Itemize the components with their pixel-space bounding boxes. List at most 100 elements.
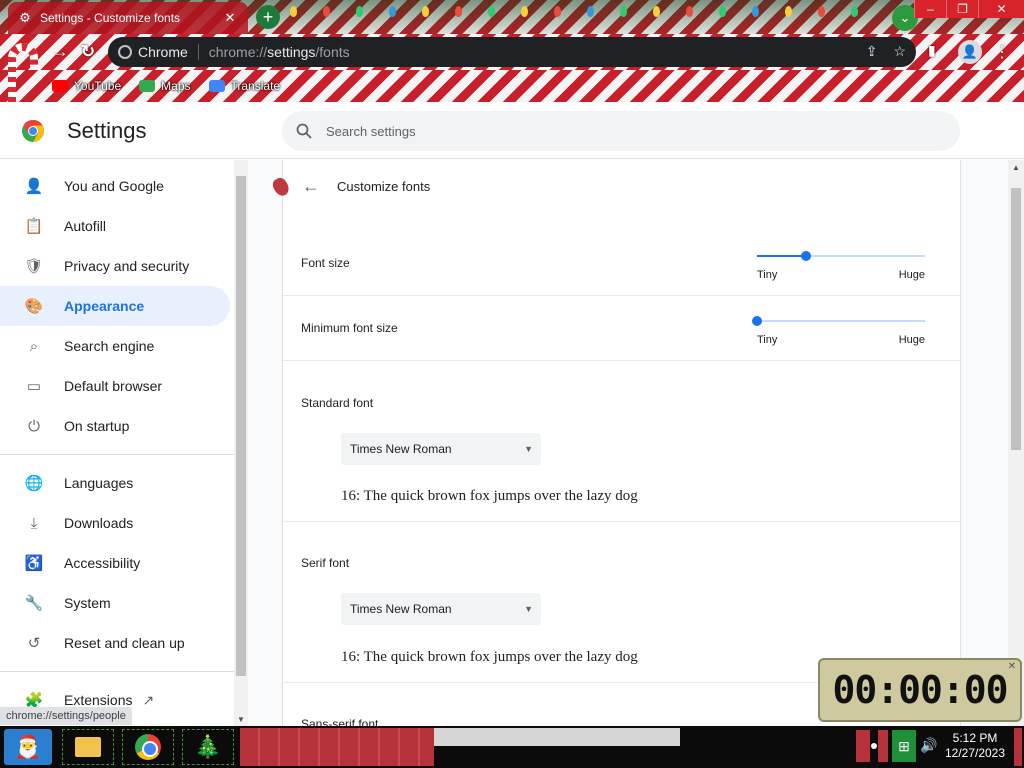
subpage-title: Customize fonts	[337, 179, 431, 194]
sidebar: 👤 You and Google 📋 Autofill 🛡 Privacy and sec…	[0, 160, 234, 726]
min-font-size-slider[interactable]: Tiny Huge	[752, 311, 927, 351]
stopwatch-display: 00:00:00	[832, 668, 1008, 712]
tab-title: Settings - Customize fonts	[40, 11, 181, 25]
more-menu-icon[interactable]: ⋮	[992, 42, 1012, 62]
sidebar-item-privacy-and-security[interactable]: 🛡 Privacy and security	[0, 246, 230, 286]
sidebar-item-system[interactable]: 🔧 System	[0, 583, 230, 623]
window-controls: – ❐ ✕	[914, 0, 1024, 18]
christmas-lights-decoration	[290, 6, 858, 17]
scroll-down-arrow-icon[interactable]: ▼	[237, 715, 245, 724]
sidebar-item-you-and-google[interactable]: 👤 You and Google	[0, 166, 230, 206]
settings-search[interactable]	[282, 111, 960, 151]
chrome-icon	[118, 45, 132, 59]
taskbar: 🎅 🎄 ⊞ 🔊 5:12 PM 12/27/2023	[0, 726, 1024, 768]
globe-icon: 🌐	[24, 475, 44, 492]
new-tab-button[interactable]: +	[256, 5, 280, 29]
slider-max-label: Huge	[898, 269, 925, 281]
sidebar-item-appearance[interactable]: 🎨 Appearance	[0, 286, 230, 326]
side-panel-icon[interactable]: ▮	[928, 42, 946, 60]
sidebar-item-label: Extensions	[64, 692, 133, 708]
standard-font-row: Standard font Times New Roman ▼ 16: The …	[283, 361, 960, 522]
browser-icon: ▭	[26, 378, 42, 395]
shield-icon: 🛡	[24, 258, 44, 275]
restore-button[interactable]: ❐	[946, 0, 978, 18]
sidebar-divider	[0, 454, 234, 455]
min-font-size-row: Minimum font size Tiny Huge	[283, 296, 960, 361]
status-bar-url: chrome://settings/people	[0, 707, 132, 725]
stopwatch-widget[interactable]: 00:00:00 ✕	[818, 658, 1022, 722]
sidebar-item-search-engine[interactable]: ⌕ Search engine	[0, 326, 230, 366]
bookmark-label: Maps	[161, 79, 191, 93]
taskbar-empty-area	[434, 728, 680, 746]
download-icon: ⤓	[30, 514, 38, 532]
bookmark-youtube[interactable]: YouTube	[52, 79, 121, 93]
select-value: Times New Roman	[350, 602, 452, 616]
system-clock[interactable]: 5:12 PM 12/27/2023	[940, 731, 1010, 761]
share-icon[interactable]: ⇪	[866, 43, 878, 60]
min-font-size-label: Minimum font size	[301, 321, 398, 335]
clipboard-icon: 📋	[24, 218, 44, 235]
sidebar-scroll-thumb[interactable]	[236, 176, 246, 676]
site-info-chip[interactable]: Chrome	[118, 44, 199, 60]
taskbar-tree-app[interactable]: 🎄	[182, 729, 234, 765]
tray-item[interactable]	[878, 730, 888, 762]
browser-tab[interactable]: ⚙ Settings - Customize fonts ✕	[8, 2, 248, 34]
christmas-tree-icon: 🎄	[194, 734, 222, 759]
reload-button[interactable]: ↻	[76, 40, 100, 64]
sidebar-item-label: Default browser	[64, 378, 163, 394]
font-size-slider[interactable]: Tiny Huge	[757, 246, 927, 286]
sidebar-item-languages[interactable]: 🌐 Languages	[0, 463, 230, 503]
bookmark-label: Translate	[230, 79, 281, 93]
sidebar-scrollbar[interactable]: ▼	[234, 160, 248, 726]
sidebar-item-default-browser[interactable]: ▭ Default browser	[0, 366, 230, 406]
sidebar-item-reset-and-clean-up[interactable]: ↺ Reset and clean up	[0, 623, 230, 663]
serif-font-select[interactable]: Times New Roman ▼	[341, 593, 541, 625]
slider-knob[interactable]	[801, 251, 811, 261]
minimize-button[interactable]: –	[914, 0, 946, 18]
address-bar[interactable]: Chrome chrome://settings/fonts ⇪ ☆	[108, 37, 916, 67]
scroll-up-arrow-icon[interactable]: ▲	[1012, 163, 1020, 172]
folder-icon	[75, 737, 101, 757]
main-scroll-thumb[interactable]	[1011, 188, 1021, 450]
wrench-icon: 🔧	[24, 595, 44, 612]
serif-font-label: Serif font	[301, 556, 350, 570]
gear-icon: ⚙	[19, 10, 31, 25]
search-input[interactable]	[326, 123, 926, 139]
forward-button[interactable]: →	[48, 40, 72, 64]
sans-serif-font-label: Sans-serif font	[301, 717, 379, 726]
site-chip-label: Chrome	[138, 44, 188, 60]
url-path: /fonts	[315, 44, 350, 60]
taskbar-running-apps[interactable]	[240, 728, 434, 766]
back-arrow-icon[interactable]: ←	[299, 174, 323, 198]
youtube-icon	[52, 80, 68, 92]
close-icon[interactable]: ✕	[1008, 661, 1016, 672]
taskbar-file-explorer[interactable]	[62, 729, 114, 765]
sidebar-item-on-startup[interactable]: ⏻ On startup	[0, 406, 230, 446]
bookmark-translate[interactable]: Translate	[208, 79, 281, 93]
taskbar-chrome[interactable]	[122, 729, 174, 765]
bookmark-star-icon[interactable]: ☆	[893, 43, 906, 60]
close-tab-icon[interactable]: ✕	[222, 10, 238, 26]
volume-icon[interactable]: 🔊	[920, 737, 937, 754]
slider-knob[interactable]	[752, 316, 762, 326]
search-icon: ⌕	[29, 337, 39, 355]
standard-font-select[interactable]: Times New Roman ▼	[341, 433, 541, 465]
profile-avatar[interactable]: 👤	[958, 40, 982, 64]
bookmark-maps[interactable]: Maps	[139, 79, 191, 93]
person-icon: 👤	[24, 178, 44, 195]
subpage-header: ← Customize fonts	[283, 160, 960, 214]
sidebar-item-autofill[interactable]: 📋 Autofill	[0, 206, 230, 246]
start-button[interactable]: 🎅	[4, 729, 52, 765]
font-size-row: Font size Tiny Huge	[283, 230, 960, 296]
chrome-logo-icon	[22, 120, 44, 142]
standard-font-sample: 16: The quick brown fox jumps over the l…	[341, 488, 638, 504]
close-window-button[interactable]: ✕	[978, 0, 1024, 18]
sidebar-item-downloads[interactable]: ⤓ Downloads	[0, 503, 230, 543]
sidebar-item-accessibility[interactable]: ♿ Accessibility	[0, 543, 230, 583]
main-scrollbar[interactable]: ▲	[1008, 160, 1024, 726]
show-desktop-button[interactable]	[1014, 728, 1022, 766]
network-icon[interactable]: ⊞	[892, 730, 916, 762]
sidebar-item-label: Search engine	[64, 338, 155, 354]
tray-item[interactable]	[856, 730, 870, 762]
slider-min-label: Tiny	[757, 269, 778, 281]
